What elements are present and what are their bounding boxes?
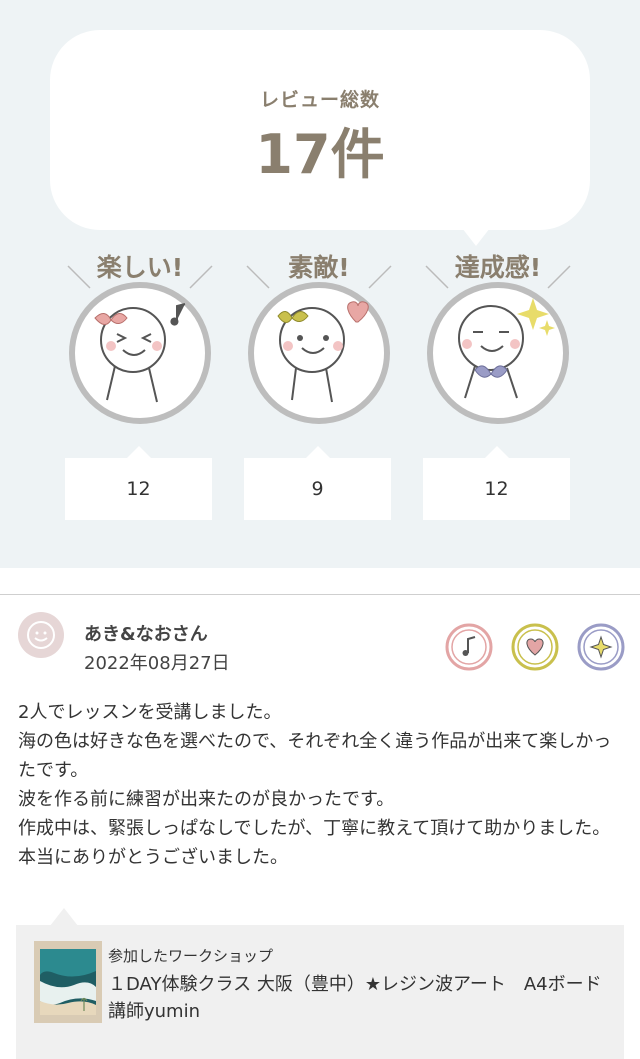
achievement-face-icon xyxy=(427,282,569,424)
review-line: 海の色は好きな色を選べたので、それぞれ全く違う作品が出来て楽しかったです。 xyxy=(18,731,612,781)
total-bubble: レビュー総数 17件 xyxy=(50,30,590,230)
workshop-label: 参加したワークショップ xyxy=(108,947,274,965)
review-line: 作成中は、緊張しっぱなしでしたが、丁寧に教えて頂けて助かりました。 xyxy=(18,818,611,839)
total-review-count: 17件 xyxy=(255,123,385,186)
category-nice: 素敵! 9 xyxy=(229,240,409,530)
category-count: 12 xyxy=(126,478,151,500)
category-count: 12 xyxy=(484,478,509,500)
review-badges xyxy=(444,622,626,672)
category-count-box: 12 xyxy=(65,458,212,520)
category-count: 9 xyxy=(311,478,324,500)
fun-face-icon xyxy=(69,282,211,424)
review-summary: レビュー総数 17件 楽しい! 12 素敵! 9 達成感! 12 xyxy=(0,0,640,568)
section-divider xyxy=(0,594,640,595)
review-line: 本当にありがとうございました。 xyxy=(18,847,288,868)
category-count-box: 12 xyxy=(423,458,570,520)
avatar xyxy=(18,612,64,658)
nice-face-icon xyxy=(248,282,390,424)
workshop-card[interactable]: 参加したワークショップ １DAY体験クラス 大阪（豊中）★レジン波アート A4ボ… xyxy=(16,925,624,1059)
review-card: あき&なおさん 2022年08月27日 2人でレッスンを受講しました。 海の色は… xyxy=(0,596,640,1059)
review-date: 2022年08月27日 xyxy=(84,653,230,674)
category-title: 達成感! xyxy=(454,253,542,282)
heart-icon xyxy=(511,623,559,671)
music-note-icon xyxy=(445,623,493,671)
sparkle-icon xyxy=(577,623,625,671)
category-title: 楽しい! xyxy=(96,253,184,282)
total-review-label: レビュー総数 xyxy=(259,89,380,111)
review-body: 2人でレッスンを受講しました。 海の色は好きな色を選べたので、それぞれ全く違う作… xyxy=(18,698,626,872)
category-title: 素敵! xyxy=(288,253,350,282)
review-line: 2人でレッスンを受講しました。 xyxy=(18,702,282,723)
workshop-tail xyxy=(50,908,78,926)
workshop-title-link[interactable]: １DAY体験クラス 大阪（豊中）★レジン波アート A4ボード 講師yumin xyxy=(108,971,620,1025)
category-achievement: 達成感! 12 xyxy=(408,240,588,530)
workshop-thumbnail[interactable] xyxy=(34,941,102,1023)
category-fun: 楽しい! 12 xyxy=(50,240,230,530)
review-line: 波を作る前に練習が出来たのが良かったです。 xyxy=(18,789,395,810)
category-count-box: 9 xyxy=(244,458,391,520)
reviewer-name: あき&なおさん xyxy=(84,624,208,645)
